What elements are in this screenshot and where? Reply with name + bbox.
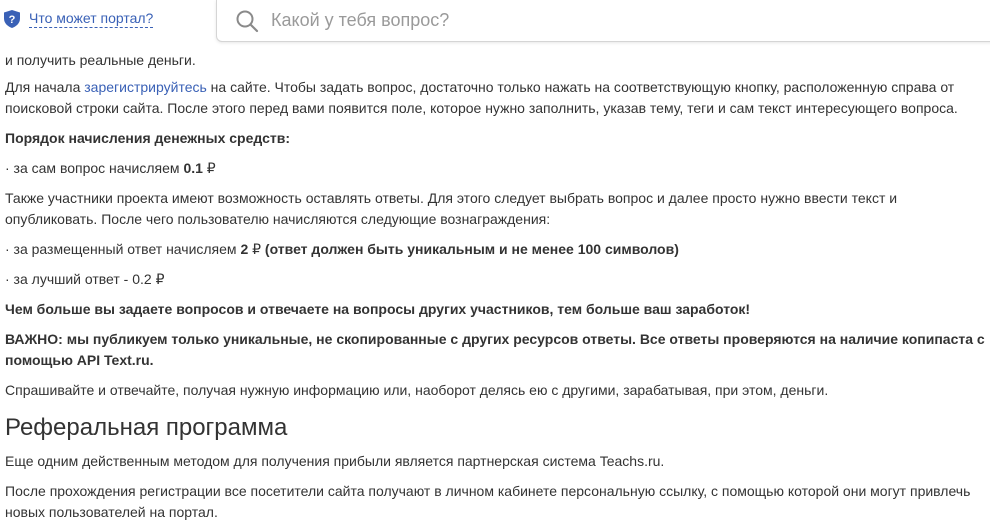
partial-line: и получить реальные деньги. [5, 52, 196, 68]
search-box[interactable] [216, 0, 990, 42]
reward-answer-note: (ответ должен быть уникальным и не менее… [261, 241, 679, 257]
portal-features-label: Что может портал? [29, 10, 154, 28]
bold-cta: Чем больше вы задаете вопросов и отвечае… [5, 301, 751, 317]
paragraph-ask-answer: Спрашивайте и отвечайте, получая нужную … [5, 382, 829, 398]
reward-item-answer: · за размещенный ответ начисляем 2 ₽ (от… [5, 241, 679, 257]
portal-features-link[interactable]: ? Что может портал? [4, 0, 154, 38]
article-content: и получить реальные деньги. Для начала з… [5, 50, 985, 532]
search-input[interactable] [271, 10, 771, 31]
paragraph-personal-link: После прохождения регистрации все посети… [5, 483, 971, 520]
paragraph-answers: Также участники проекта имеют возможност… [5, 190, 898, 227]
paragraph-referral-system: Еще одним действенным методом для получе… [5, 453, 665, 469]
register-link[interactable]: зарегистрируйтесь [84, 79, 207, 95]
accrual-heading: Порядок начисления денежных средств: [5, 130, 290, 146]
reward-question-value: 0.1 [183, 160, 203, 176]
svg-text:?: ? [9, 14, 16, 26]
important-notice: ВАЖНО: мы публикуем только уникальные, н… [5, 331, 985, 368]
reward-item-question: · за сам вопрос начисляем 0.1 ₽ [5, 160, 216, 176]
top-bar: ? Что может портал? [0, 0, 990, 44]
paragraph-registration: Для начала зарегистрируйтесь на сайте. Ч… [5, 77, 985, 119]
reward-item-best-answer: · за лучший ответ - 0.2 ₽ [5, 271, 165, 287]
search-icon [236, 10, 259, 32]
referral-section-title: Реферальная программа [5, 414, 288, 441]
registration-text-before: Для начала [5, 79, 85, 95]
shield-icon: ? [4, 10, 20, 28]
